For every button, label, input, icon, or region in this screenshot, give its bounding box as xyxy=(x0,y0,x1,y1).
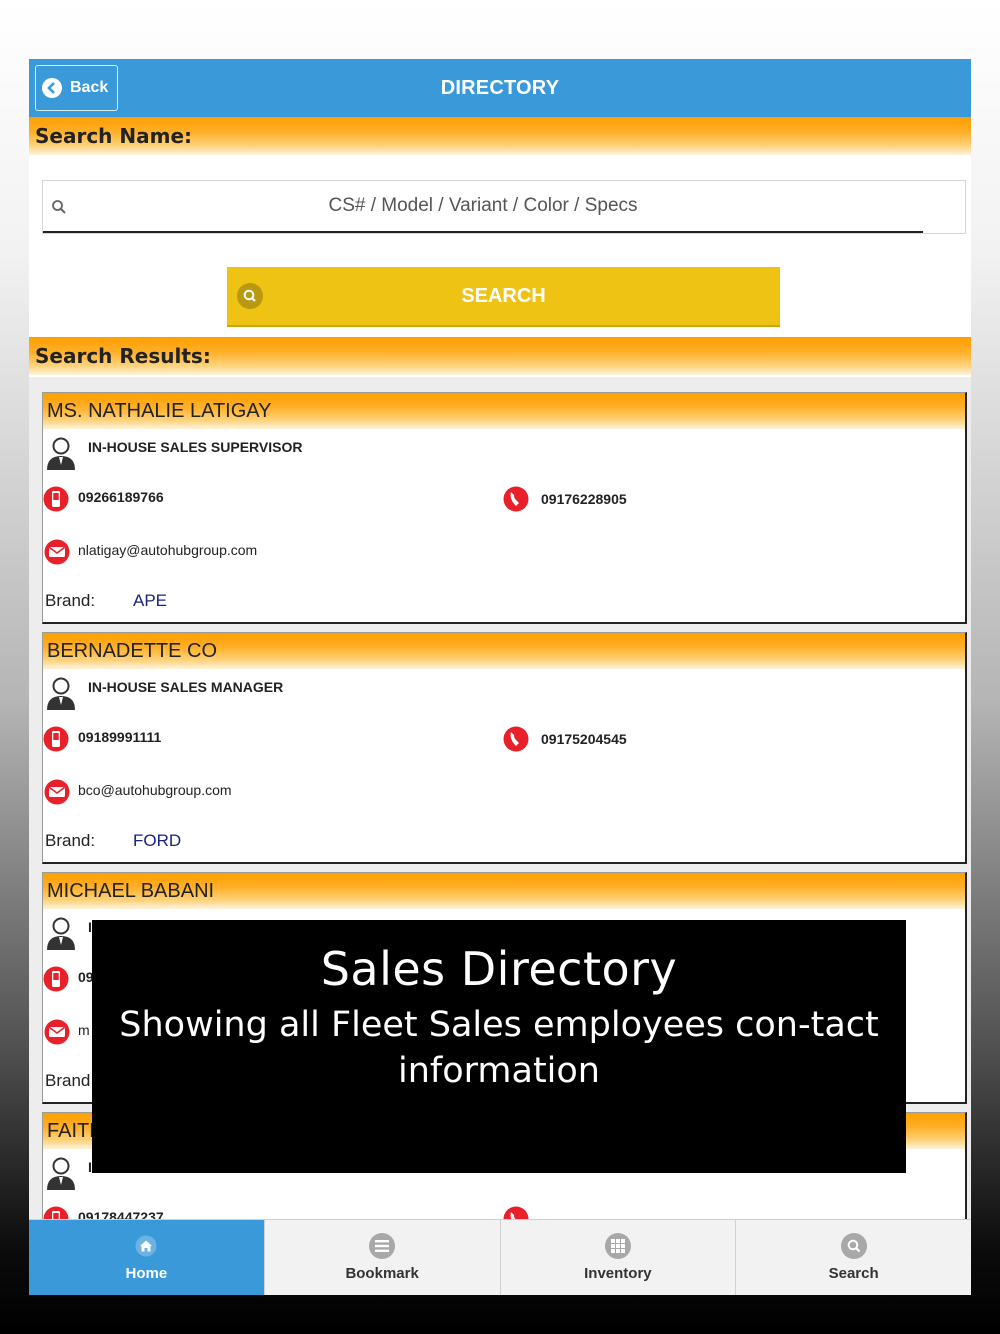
email-icon xyxy=(44,1019,70,1045)
person-icon xyxy=(47,677,75,710)
phone-icon xyxy=(503,486,529,512)
contact-phone[interactable]: 09175204545 xyxy=(541,731,627,747)
search-icon xyxy=(237,283,263,309)
inventory-grid-icon xyxy=(604,1233,631,1259)
email-icon xyxy=(44,779,70,805)
contact-card[interactable]: BERNADETTE CO IN-HOUSE SALES MANAGER 091… xyxy=(42,632,967,864)
email-icon xyxy=(44,539,70,565)
search-field-wrapper xyxy=(42,180,966,234)
mobile-phone-icon xyxy=(43,486,69,512)
tab-label: Home xyxy=(125,1265,168,1282)
tab-bookmark[interactable]: Bookmark xyxy=(263,1220,500,1295)
search-button-label: SEARCH xyxy=(461,285,546,307)
contact-email[interactable]: bco@autohubgroup.com xyxy=(78,782,232,798)
contact-name: BERNADETTE CO xyxy=(43,633,965,669)
tab-inventory[interactable]: Inventory xyxy=(499,1220,736,1295)
home-icon xyxy=(133,1233,159,1259)
contact-position: IN-HOUSE SALES MANAGER xyxy=(88,679,284,695)
brand-label: Brand: xyxy=(45,591,96,610)
brand-value: FORD xyxy=(133,831,182,850)
tab-home[interactable]: Home xyxy=(29,1220,264,1295)
contact-email[interactable]: nlatigay@autohubgroup.com xyxy=(78,542,257,558)
mobile-phone-icon xyxy=(43,726,69,752)
caption-overlay: Sales Directory Showing all Fleet Sales … xyxy=(92,920,906,1173)
header-bar: Back DIRECTORY xyxy=(29,59,971,117)
bookmark-icon xyxy=(369,1233,396,1259)
search-results-label: Search Results: xyxy=(29,337,971,375)
tab-label: Inventory xyxy=(584,1265,652,1282)
brand-label: Brand: xyxy=(45,831,96,850)
bottom-tab-bar: Home Bookmark Inventory Search xyxy=(29,1219,971,1295)
contact-card[interactable]: MS. NATHALIE LATIGAY IN-HOUSE SALES SUPE… xyxy=(42,392,967,624)
contact-name: MICHAEL BABANI xyxy=(43,873,965,909)
contact-position: IN-HOUSE SALES SUPERVISOR xyxy=(88,439,303,455)
contact-mobile[interactable]: 09189991111 xyxy=(78,729,161,745)
page-title: DIRECTORY xyxy=(440,77,560,99)
tab-label: Bookmark xyxy=(345,1265,419,1282)
contact-name: MS. NATHALIE LATIGAY xyxy=(43,393,965,429)
phone-icon xyxy=(503,726,529,752)
tab-label: Search xyxy=(828,1265,879,1282)
caption-title: Sales Directory xyxy=(320,942,678,996)
contact-phone[interactable]: 09176228905 xyxy=(541,491,627,507)
search-input[interactable] xyxy=(43,181,923,233)
brand-label: Brand: xyxy=(45,1071,96,1090)
search-name-label: Search Name: xyxy=(29,117,971,155)
person-icon xyxy=(47,1157,75,1190)
search-icon xyxy=(840,1233,867,1259)
contact-email[interactable]: m xyxy=(78,1022,90,1038)
person-icon xyxy=(47,917,75,950)
caption-subtitle: Showing all Fleet Sales employees con-ta… xyxy=(119,1005,879,1091)
mobile-phone-icon xyxy=(43,966,69,992)
search-button[interactable]: SEARCH xyxy=(227,267,780,327)
brand-value: APE xyxy=(133,591,168,610)
tab-search[interactable]: Search xyxy=(735,1220,971,1295)
person-icon xyxy=(47,437,75,470)
contact-mobile[interactable]: 09266189766 xyxy=(78,489,164,505)
